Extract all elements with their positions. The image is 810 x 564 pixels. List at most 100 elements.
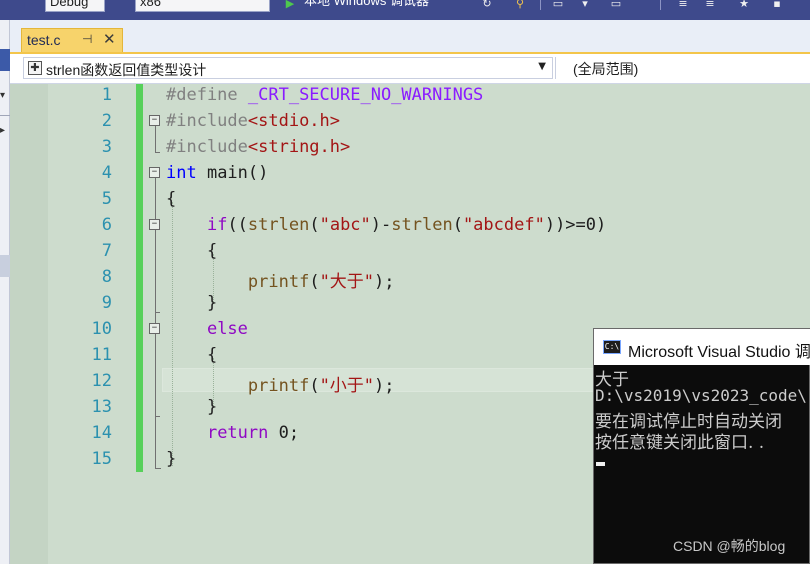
- editor-margin: [10, 84, 48, 564]
- line-number: 13: [91, 397, 112, 417]
- line-number: 8: [101, 267, 112, 287]
- toolbar: Debug x86 ▶ 本地 Windows 调试器 ↻ ⚲ ▭ ▾ ▭ ≡ ≡…: [0, 0, 810, 20]
- code-token: "大于": [319, 272, 375, 292]
- code-token: }: [166, 449, 177, 469]
- tab-title: test.c: [27, 32, 61, 48]
- dropdown-arrow-icon[interactable]: ▾: [578, 0, 592, 10]
- code-line[interactable]: printf("大于");: [166, 267, 395, 292]
- code-token: "abcdef": [462, 215, 545, 235]
- code-line[interactable]: #include<string.h>: [166, 137, 350, 157]
- fold-toggle-icon[interactable]: −: [149, 167, 160, 178]
- chevron-down-icon[interactable]: ▼: [538, 61, 546, 72]
- panel-divider: [0, 115, 10, 116]
- code-token: (: [309, 215, 320, 235]
- configuration-value: Debug: [50, 0, 89, 9]
- line-number: 1: [101, 85, 112, 105]
- code-token: {: [166, 241, 218, 261]
- run-debugger-button[interactable]: 本地 Windows 调试器: [300, 0, 460, 12]
- code-token: #include: [166, 111, 248, 131]
- code-token: <stdio.h>: [247, 111, 341, 131]
- console-output-line: 按任意键关闭此窗口. .: [595, 433, 765, 453]
- code-token: <string.h>: [247, 137, 351, 157]
- code-line[interactable]: if((strlen("abc")-strlen("abcdef"))>=0): [166, 215, 606, 235]
- console-title: Microsoft Visual Studio 调: [628, 344, 810, 361]
- code-token: else: [206, 319, 248, 339]
- code-token: int: [166, 163, 197, 183]
- code-line[interactable]: {: [166, 345, 217, 365]
- project-scope-dropdown[interactable]: ✚ strlen函数返回值类型设计 ▼: [23, 57, 553, 79]
- line-number: 14: [91, 423, 112, 443]
- code-line[interactable]: int main(): [166, 163, 268, 183]
- line-number: 7: [101, 241, 112, 261]
- line-number: 4: [101, 163, 112, 183]
- run-icon[interactable]: ▶: [283, 0, 297, 10]
- panel-selected-item[interactable]: [0, 255, 10, 277]
- platform-value: x86: [140, 0, 161, 9]
- code-line[interactable]: {: [166, 241, 217, 261]
- line-number: 12: [91, 371, 112, 391]
- code-token: printf: [247, 376, 310, 396]
- line-number: 3: [101, 137, 112, 157]
- code-token: {: [166, 189, 177, 209]
- fold-toggle-icon[interactable]: −: [149, 115, 160, 126]
- outline-tick: [155, 152, 160, 153]
- solution-explorer-strip: ▾ ▸: [0, 20, 10, 564]
- code-token: );: [374, 272, 395, 292]
- code-line[interactable]: #include<stdio.h>: [166, 111, 340, 131]
- code-line[interactable]: }: [166, 293, 217, 313]
- outline-tick: [155, 312, 160, 313]
- code-token: "小于": [319, 376, 375, 396]
- watermark: CSDN @畅的blog: [673, 538, 786, 554]
- console-title-bar[interactable]: C:\ Microsoft Visual Studio 调: [594, 329, 810, 365]
- console-app-icon: C:\: [603, 340, 621, 354]
- code-line[interactable]: #define _CRT_SECURE_NO_WARNINGS: [166, 85, 483, 105]
- find-icon[interactable]: ⚲: [513, 0, 527, 10]
- platform-dropdown[interactable]: x86: [135, 0, 270, 12]
- fold-toggle-icon[interactable]: −: [149, 323, 160, 334]
- code-line[interactable]: }: [166, 397, 217, 417]
- tab-test-c[interactable]: test.c ⊣ ✕: [21, 28, 123, 52]
- document-tab-strip: test.c ⊣ ✕: [10, 20, 810, 54]
- layout-icon[interactable]: ▭: [551, 0, 565, 10]
- code-token: (: [452, 215, 463, 235]
- restart-icon[interactable]: ↻: [480, 0, 494, 10]
- line-number: 5: [101, 189, 112, 209]
- configuration-dropdown[interactable]: Debug: [45, 0, 105, 12]
- console-window[interactable]: C:\ Microsoft Visual Studio 调 大于 D:\vs20…: [593, 328, 810, 564]
- toolbar-separator: [660, 0, 661, 10]
- code-token: (: [309, 376, 320, 396]
- code-token: {: [166, 345, 218, 365]
- code-token: return: [206, 423, 269, 443]
- code-line[interactable]: }: [166, 449, 176, 469]
- close-icon[interactable]: ✕: [103, 30, 116, 48]
- overflow-icon[interactable]: ▪: [770, 0, 784, 10]
- line-number: 11: [91, 345, 112, 365]
- project-scope-label: strlen函数返回值类型设计: [46, 62, 207, 78]
- line-number: 10: [91, 319, 112, 339]
- code-token: strlen: [391, 215, 453, 235]
- code-token: ((: [227, 215, 248, 235]
- pin-icon[interactable]: ⊣: [82, 32, 92, 46]
- outdent-icon[interactable]: ≡: [703, 0, 717, 10]
- run-debugger-label: 本地 Windows 调试器: [304, 0, 429, 8]
- window-icon[interactable]: ▭: [609, 0, 623, 10]
- code-token: main(): [196, 163, 269, 183]
- console-cursor: [596, 462, 605, 466]
- global-scope-dropdown[interactable]: (全局范围): [573, 59, 638, 79]
- bookmark-icon[interactable]: ★: [737, 0, 751, 10]
- code-token: #define: [166, 85, 248, 105]
- change-indicator-bar: [136, 84, 143, 472]
- code-line[interactable]: {: [166, 189, 176, 209]
- panel-item-icon: ▸: [0, 125, 6, 136]
- code-token: strlen: [247, 215, 310, 235]
- code-token: );: [374, 376, 395, 396]
- code-line[interactable]: printf("小于");: [166, 371, 395, 396]
- code-line[interactable]: return 0;: [166, 423, 299, 443]
- code-line[interactable]: else: [166, 319, 248, 339]
- code-token: ))>=0): [544, 215, 607, 235]
- indent-icon[interactable]: ≡: [676, 0, 690, 10]
- fold-toggle-icon[interactable]: −: [149, 219, 160, 230]
